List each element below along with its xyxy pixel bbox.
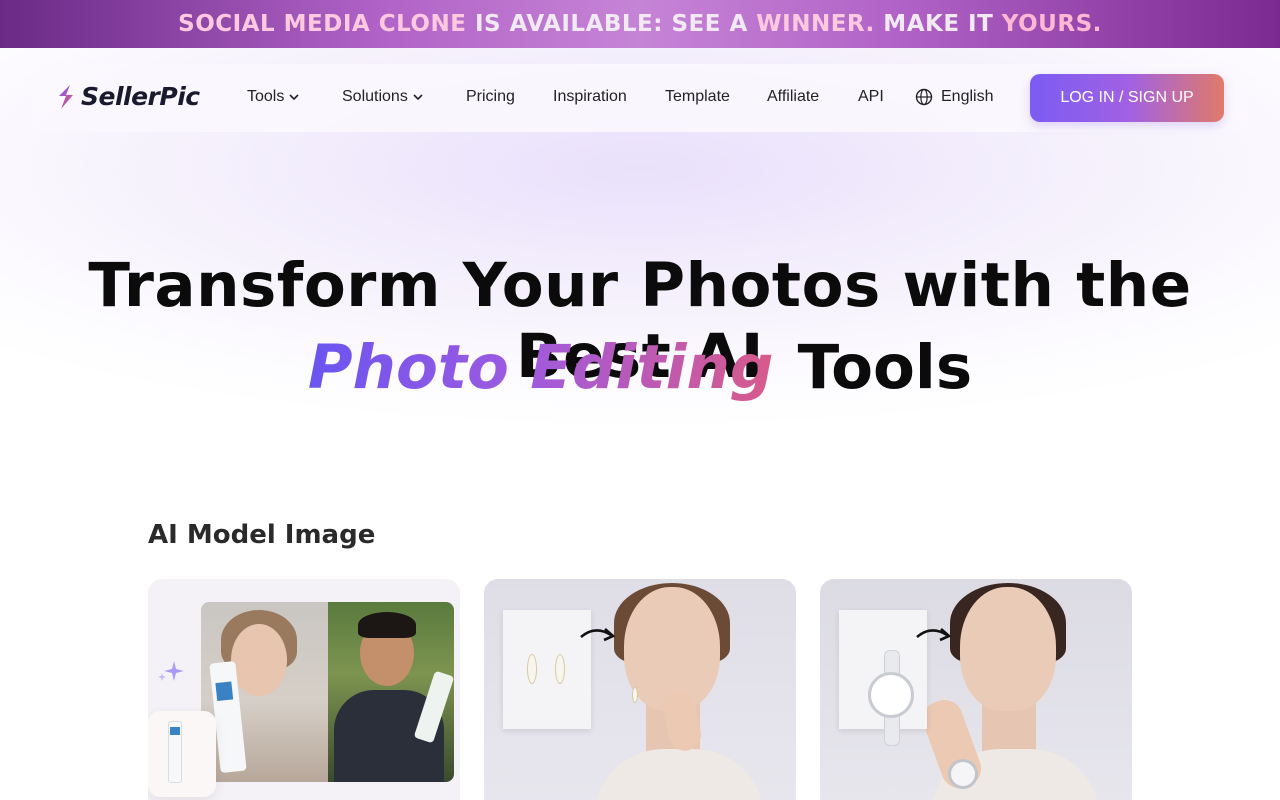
promo-highlight-2: WINNER. — [756, 11, 875, 37]
nav-pricing[interactable]: Pricing — [466, 88, 515, 106]
model-photo — [960, 587, 1056, 711]
sparkle-icon — [158, 661, 184, 681]
section-title: AI Model Image — [148, 520, 376, 550]
hero-heading-line2: Photo Editing Tools — [0, 332, 1280, 403]
top-navigation: SellerPic Tools Solutions Pricing Inspir… — [33, 64, 1247, 132]
ugc-video-preview — [201, 602, 454, 782]
hero-heading-rest: Tools — [797, 332, 973, 403]
chevron-down-icon — [289, 94, 299, 101]
promo-highlight-3: YOURS. — [1001, 11, 1102, 37]
nav-template[interactable]: Template — [665, 88, 730, 106]
chevron-down-icon — [413, 94, 423, 101]
arrow-right-icon — [916, 628, 952, 642]
promo-text-2: MAKE IT — [874, 11, 1002, 37]
language-selector[interactable]: English — [915, 88, 993, 106]
brand-logo[interactable]: SellerPic — [55, 82, 200, 111]
promo-highlight-1: SOCIAL MEDIA CLONE — [178, 11, 467, 37]
login-signup-button[interactable]: LOG IN / SIGN UP — [1030, 74, 1224, 122]
sellerpic-logo-icon — [59, 84, 73, 109]
nav-affiliate[interactable]: Affiliate — [767, 88, 819, 106]
ugc-man-photo — [327, 602, 454, 782]
product-thumbnail — [148, 711, 216, 797]
hero-highlight: Photo Editing — [307, 332, 774, 403]
nav-tools-label: Tools — [247, 88, 285, 105]
model-image-card-ugc[interactable] — [148, 579, 460, 800]
promo-banner[interactable]: SOCIAL MEDIA CLONE IS AVAILABLE: SEE A W… — [0, 0, 1280, 48]
model-image-card-watch[interactable] — [820, 579, 1132, 800]
nav-api[interactable]: API — [858, 88, 884, 106]
promo-text-1: IS AVAILABLE: SEE A — [466, 11, 757, 37]
arrow-right-icon — [580, 628, 616, 642]
model-image-card-earrings[interactable] — [484, 579, 796, 800]
nav-solutions-label: Solutions — [342, 88, 408, 105]
nav-inspiration[interactable]: Inspiration — [553, 88, 627, 106]
language-label: English — [941, 88, 994, 105]
globe-icon — [915, 88, 933, 106]
nav-tools[interactable]: Tools — [247, 88, 300, 106]
nav-solutions[interactable]: Solutions — [342, 88, 424, 106]
brand-name: SellerPic — [81, 82, 200, 111]
ugc-woman-photo — [201, 602, 328, 782]
